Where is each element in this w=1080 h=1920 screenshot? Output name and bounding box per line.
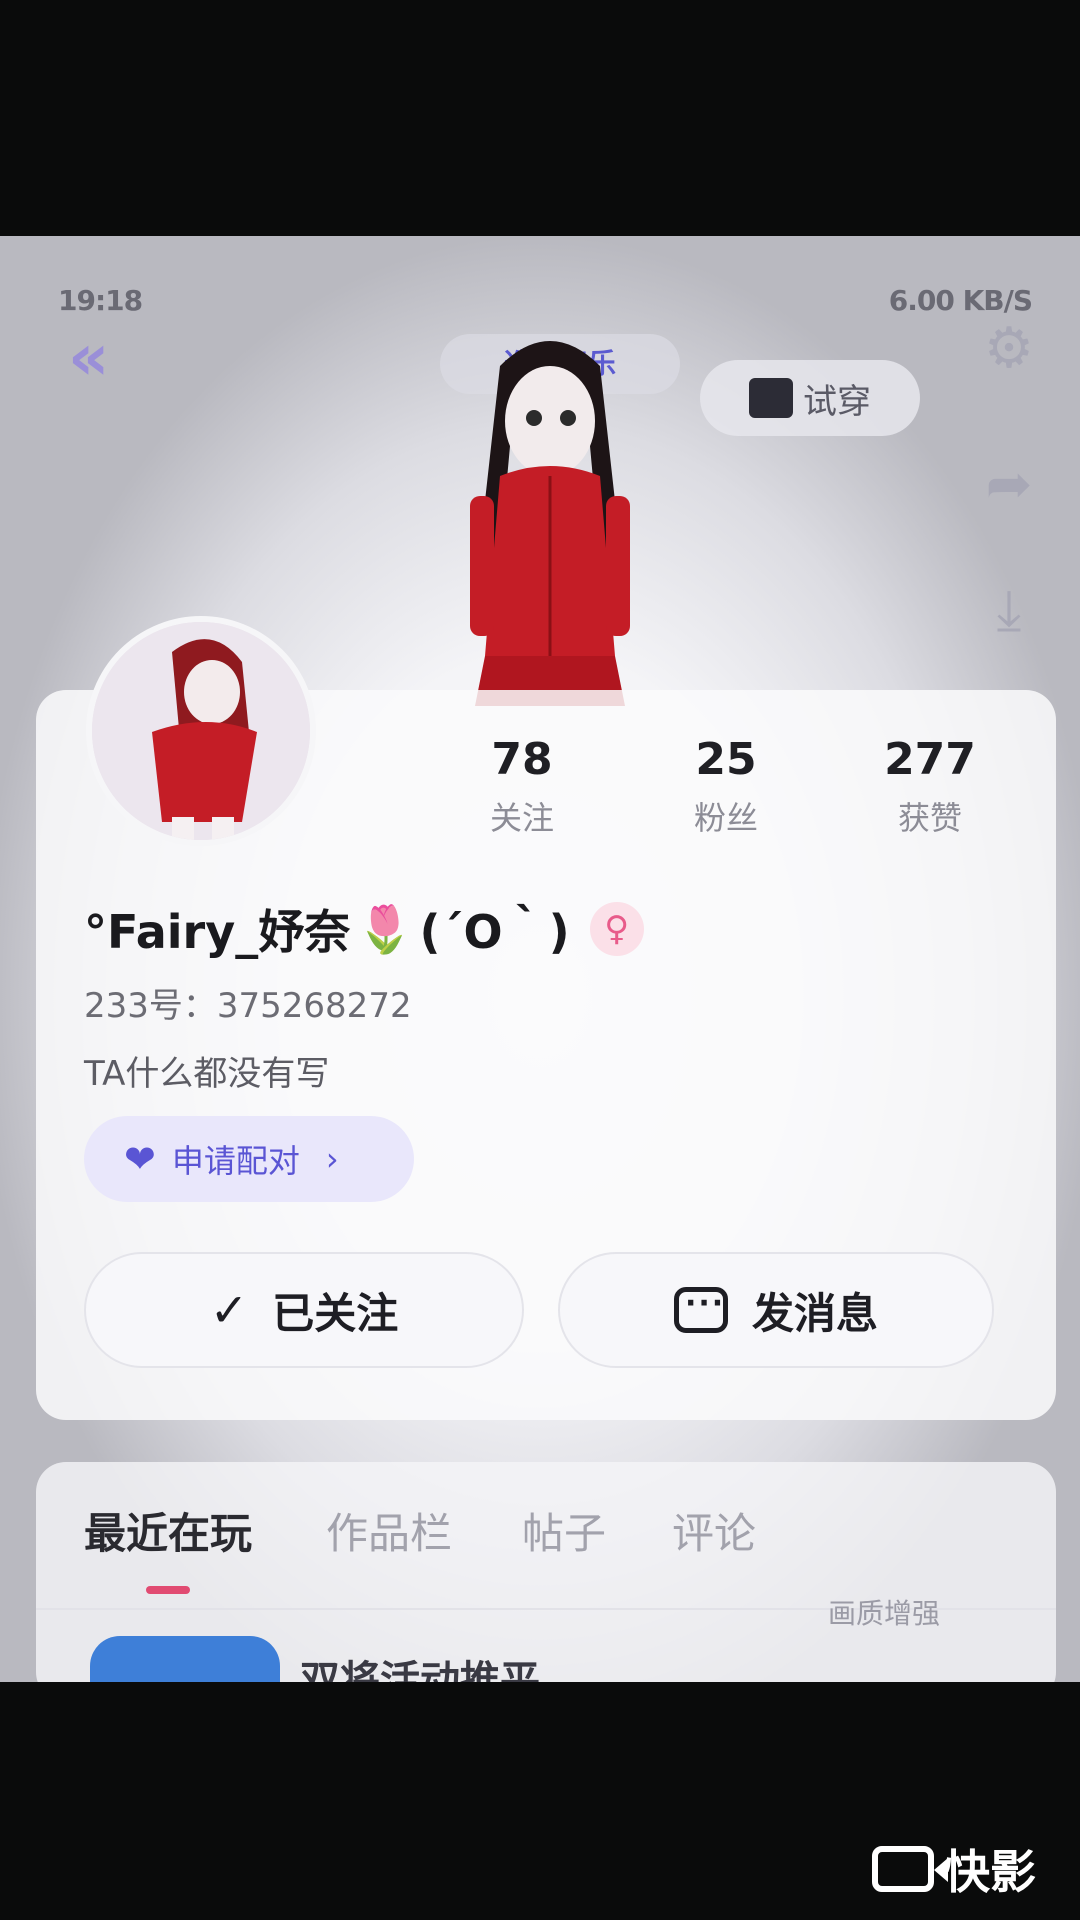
- try-on-button[interactable]: 试穿: [700, 360, 920, 436]
- watermark: 快影: [872, 1836, 1036, 1902]
- hearts-icon: ❤: [124, 1137, 156, 1181]
- send-message-button[interactable]: 发消息: [558, 1252, 994, 1368]
- tab-posts[interactable]: 帖子: [522, 1500, 606, 1561]
- followed-button[interactable]: ✓ 已关注: [84, 1252, 524, 1368]
- stat-likes[interactable]: 277 获赞: [850, 734, 1010, 839]
- game-icon[interactable]: [90, 1636, 280, 1682]
- tulip-emoji: 🌷: [356, 901, 414, 956]
- stat-value: 25: [695, 734, 757, 785]
- follow-label: 已关注: [272, 1288, 399, 1338]
- pair-label: 申请配对: [171, 1142, 300, 1180]
- download-icon[interactable]: ⤓: [974, 576, 1044, 646]
- apply-pair-button[interactable]: ❤ 申请配对 ›: [84, 1116, 414, 1202]
- tab-works[interactable]: 作品栏: [326, 1500, 452, 1561]
- quality-enhance-label: 画质增强: [827, 1597, 940, 1630]
- active-tab-indicator: [146, 1586, 190, 1594]
- stat-label: 关注: [489, 799, 554, 837]
- username: °Fairy_妤奈: [84, 905, 351, 959]
- video-camera-icon: [872, 1846, 948, 1892]
- tab-comments[interactable]: 评论: [672, 1500, 756, 1561]
- stat-label: 获赞: [897, 799, 962, 837]
- bio-text: TA什么都没有写: [84, 1054, 330, 1094]
- avatar[interactable]: [86, 616, 316, 846]
- profile-name: °Fairy_妤奈 🌷 (´O｀) ♀: [84, 896, 644, 962]
- stat-fans[interactable]: 25 粉丝: [646, 734, 806, 839]
- chat-bubble-icon: [673, 1286, 728, 1333]
- app-screen: 19:18 6.00 KB/S « 选择音乐 试穿 ⚙ ➦ ⤓ 78 关注: [0, 236, 1080, 1682]
- message-label: 发消息: [751, 1288, 878, 1338]
- chevron-right-icon: ›: [325, 1140, 339, 1178]
- female-gender-icon: ♀: [589, 902, 644, 956]
- stat-value: 277: [884, 734, 976, 785]
- watermark-label: 快影: [944, 1845, 1036, 1899]
- game-title[interactable]: 双将活动推平: [300, 1648, 540, 1682]
- share-icon[interactable]: ➦: [974, 450, 1044, 520]
- try-on-label: 试穿: [803, 381, 871, 422]
- status-time: 19:18: [58, 284, 143, 317]
- stat-following[interactable]: 78 关注: [442, 734, 602, 839]
- stat-value: 78: [491, 734, 553, 785]
- status-network: 6.00 KB/S: [888, 284, 1033, 317]
- user-id[interactable]: 233号：375268272: [84, 978, 412, 1027]
- kaomoji: (´O｀): [419, 905, 570, 959]
- tab-recent-play[interactable]: 最近在玩: [84, 1500, 252, 1561]
- stat-label: 粉丝: [693, 799, 758, 837]
- back-icon[interactable]: «: [68, 326, 109, 390]
- settings-icon[interactable]: ⚙: [974, 314, 1044, 384]
- check-icon: ✓: [209, 1283, 249, 1337]
- shirt-icon: [749, 378, 793, 418]
